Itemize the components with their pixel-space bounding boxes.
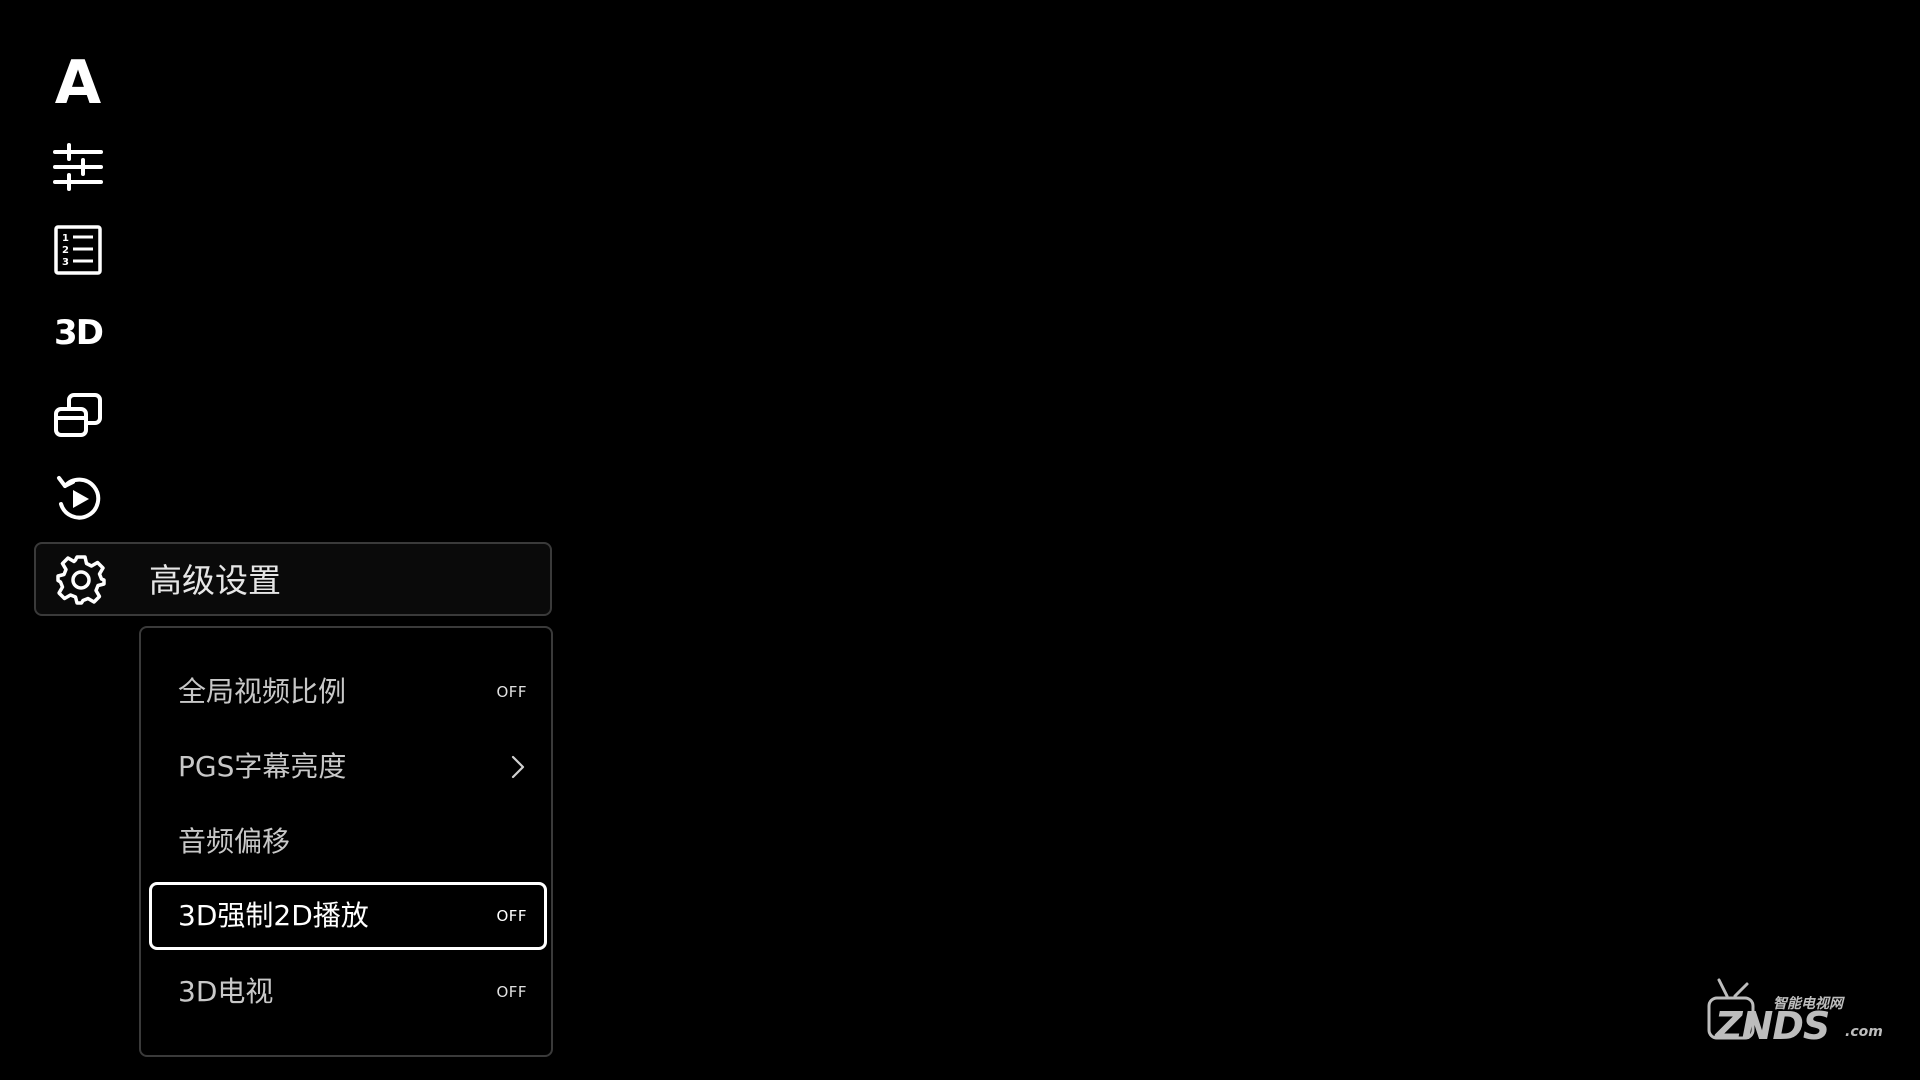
menu-item-label: 全局视频比例: [178, 675, 347, 708]
menu-item-label: 音频偏移: [178, 825, 291, 858]
font-icon[interactable]: A: [53, 48, 103, 118]
numbered-list-icon-graphic: 1 2 3: [54, 225, 102, 275]
replay-icon-graphic: [57, 476, 101, 520]
watermark-suffix-text: .com: [1845, 1024, 1883, 1040]
advanced-settings-row[interactable]: 高级设置: [34, 542, 552, 616]
window-switch-icon-graphic: [54, 393, 102, 437]
watermark-logo: 智能电视网 ZNDS .com: [1705, 978, 1883, 1048]
advanced-settings-submenu: 全局视频比例 OFF PGS字幕亮度 音频偏移 3D强制2D播放 OFF 3D电…: [139, 626, 553, 1057]
menu-item-global-video-ratio[interactable]: 全局视频比例 OFF: [149, 658, 547, 726]
toggle-value[interactable]: OFF: [496, 958, 527, 1026]
watermark-main-text: ZNDS: [1715, 1004, 1830, 1048]
menu-item-label: 3D电视: [178, 975, 274, 1008]
toggle-value[interactable]: OFF: [496, 658, 527, 726]
svg-text:1: 1: [62, 233, 69, 244]
advanced-settings-label: 高级设置: [149, 561, 281, 600]
menu-item-pgs-subtitle-brightness[interactable]: PGS字幕亮度: [149, 733, 547, 801]
menu-item-label: 3D强制2D播放: [178, 899, 369, 932]
chevron-right-icon: [511, 755, 525, 779]
gear-icon: [55, 554, 107, 606]
screen: A 1 2 3 3D 高级设置 全局视频比例 OFF PGS字幕亮度 音频偏移 …: [0, 0, 1920, 1080]
numbered-list-icon[interactable]: 1 2 3: [53, 225, 103, 275]
3d-icon-glyph: 3D: [54, 313, 104, 353]
menu-item-label: PGS字幕亮度: [178, 750, 347, 783]
font-icon-glyph: A: [54, 48, 102, 118]
svg-text:2: 2: [62, 245, 69, 256]
window-switch-icon[interactable]: [53, 391, 103, 441]
menu-item-audio-offset[interactable]: 音频偏移: [149, 808, 547, 876]
gear-icon-graphic: [56, 555, 106, 605]
toggle-value[interactable]: OFF: [496, 885, 527, 947]
equalizer-sliders-icon[interactable]: [53, 142, 103, 192]
replay-icon[interactable]: [53, 474, 103, 524]
svg-text:3: 3: [62, 257, 69, 268]
3d-icon[interactable]: 3D: [53, 308, 104, 358]
menu-item-3d-force-2d-playback[interactable]: 3D强制2D播放 OFF: [149, 882, 547, 950]
equalizer-sliders-icon-graphic: [53, 143, 103, 191]
menu-item-3d-tv[interactable]: 3D电视 OFF: [149, 958, 547, 1026]
